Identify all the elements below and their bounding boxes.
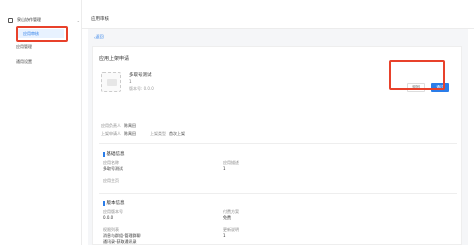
sidebar-item-label: 通用设置: [16, 58, 32, 64]
field-release-notes: 更新说明 1: [223, 227, 239, 239]
section-title-version: 版本信息: [103, 200, 125, 206]
field-app-homepage: 应用主页: [103, 178, 119, 184]
sidebar-item-general-settings[interactable]: 通用设置: [16, 57, 76, 66]
chevron-down-icon: ⌄: [76, 17, 80, 23]
field-value: 0.0.0: [103, 215, 114, 220]
app-version: 版本号: 0.0.0: [129, 86, 154, 91]
field-pricing: 付费方案 免费: [223, 209, 239, 221]
field-value: 1: [223, 233, 226, 238]
divider: [99, 143, 457, 144]
field-version-number: 应用版本号 0.0.0: [103, 209, 123, 221]
applicant-value: 陈禹田: [124, 131, 136, 136]
highlight-box: [389, 60, 445, 90]
sidebar-item-app-management[interactable]: 应用管理: [16, 42, 76, 51]
section-title-basic: 基础信息: [103, 151, 125, 157]
app-square-icon: [8, 17, 13, 23]
page-header: 应用审核: [82, 9, 474, 29]
field-app-desc: 应用描述 1: [223, 160, 239, 172]
sidebar-item-label: 应用管理: [16, 43, 32, 49]
highlight-box: [16, 26, 68, 42]
field-key: 应用主页: [103, 178, 119, 183]
app-subtitle: 1: [129, 79, 132, 84]
application-meta: 应用负责人 陈禹田 上架申请人 陈禹田 上架类型 首次上架: [101, 122, 199, 138]
field-value: 通讯录-获取通讯录: [103, 239, 137, 244]
page-title: 应用审核: [91, 16, 109, 22]
field-value: 1: [223, 166, 226, 171]
app-name: 多取号测试: [129, 73, 152, 78]
sidebar-group-header[interactable]: 泉山协作管理 ⌄: [8, 15, 80, 25]
app-image-icon: [101, 72, 121, 92]
back-link[interactable]: ‹ 返回: [94, 34, 104, 40]
field-value: 多取号测试: [103, 166, 123, 171]
field-value: 免费: [223, 215, 231, 220]
applicant-label: 上架申请人: [101, 131, 121, 136]
owner-value: 陈禹田: [124, 123, 136, 128]
owner-label: 应用负责人: [101, 123, 121, 128]
type-label: 上架类型: [150, 131, 166, 136]
section-title-label: 版本信息: [106, 201, 125, 206]
back-label: 返回: [95, 34, 104, 39]
sidebar-group-label: 泉山协作管理: [17, 17, 41, 22]
type-value: 首次上架: [169, 131, 185, 136]
divider: [99, 193, 457, 194]
section-title-label: 基础信息: [106, 152, 125, 157]
field-permissions: 权限列表 消息与群组-管理群聊 通讯录-获取通讯录: [103, 227, 140, 245]
card-title: 应用上架申请: [99, 56, 130, 62]
field-app-name: 应用名称 多取号测试: [103, 160, 123, 172]
